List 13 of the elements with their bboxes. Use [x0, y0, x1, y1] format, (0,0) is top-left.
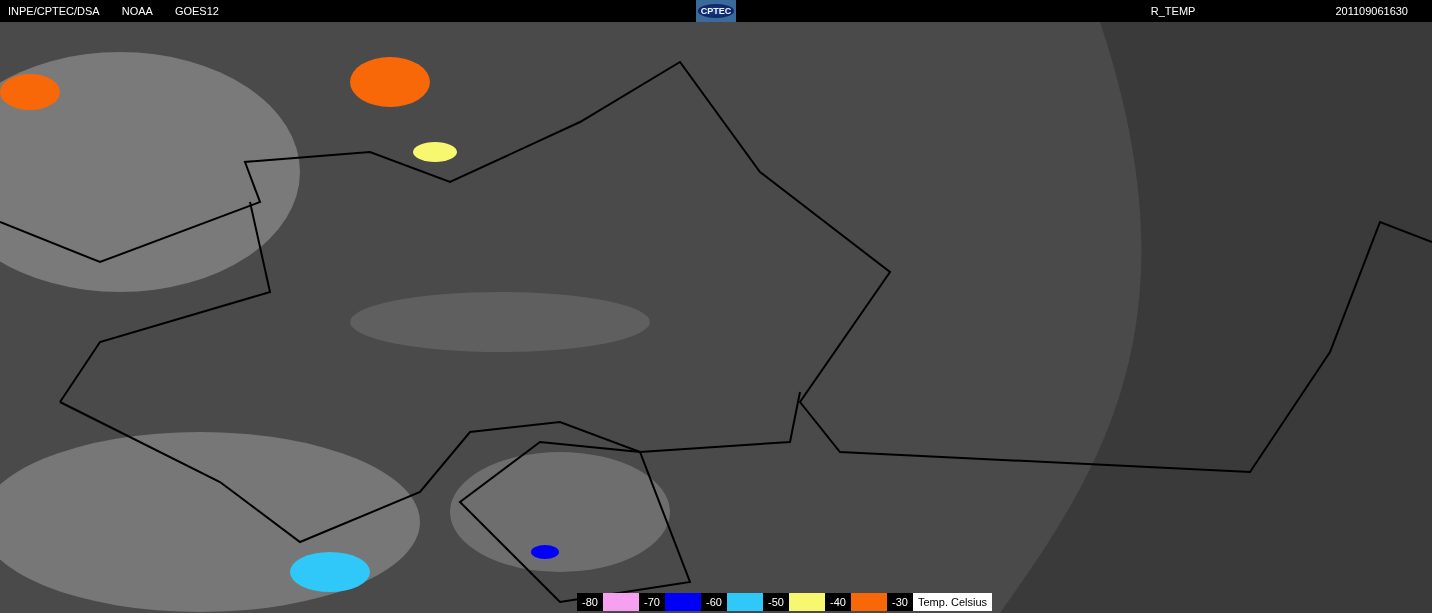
legend-label: -80 — [577, 593, 603, 611]
header-label: NOAA — [121, 5, 153, 17]
legend-label: -50 — [763, 593, 789, 611]
logo: CPTEC — [696, 0, 736, 22]
legend-caption: Temp. Celsius — [917, 595, 989, 610]
legend-label: -30 — [887, 593, 913, 611]
header-label: GOES12 — [174, 5, 219, 17]
legend-label: -40 — [825, 593, 851, 611]
timestamp: 201109061630 — [1335, 5, 1408, 17]
header-label: INPE/CPTEC/DSA — [8, 5, 100, 17]
legend-label: -70 — [639, 593, 665, 611]
legend-label: -60 — [701, 593, 727, 611]
product-label: R_TEMP — [1150, 5, 1196, 17]
